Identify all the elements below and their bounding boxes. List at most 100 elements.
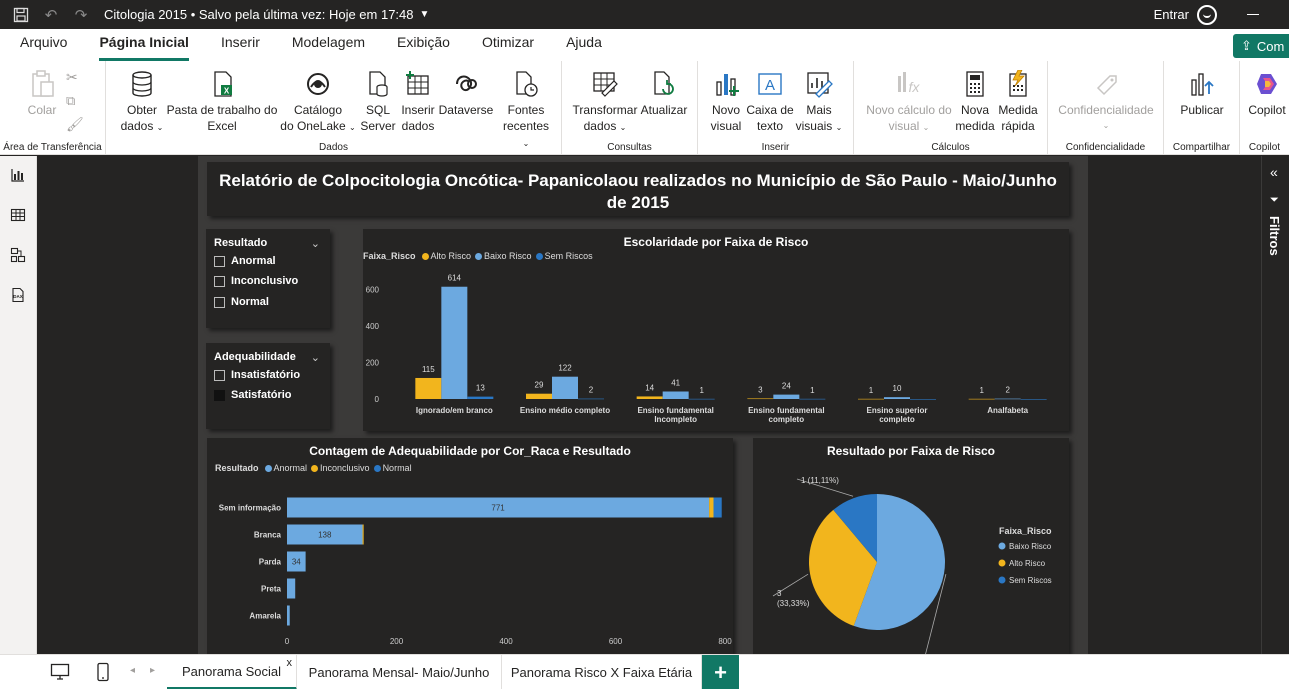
chevron-down-icon[interactable]: ⌄	[311, 351, 320, 364]
x-tick-label: 800	[718, 637, 732, 646]
data-label: 115	[422, 365, 435, 374]
sensitivity-button[interactable]: Confidencialidade ⌄	[1056, 69, 1156, 134]
page-tab-panorama-risco[interactable]: Panorama Risco X Faixa Etária	[502, 655, 702, 689]
paste-button[interactable]: Colar	[22, 69, 62, 118]
menu-bar: Arquivo Página Inicial Inserir Modelagem…	[0, 29, 1289, 61]
legend-label: Alto Risco	[1009, 559, 1046, 568]
sql-server-button[interactable]: SQL Server	[356, 69, 400, 134]
recent-sources-button[interactable]: Fontes recentes ⌄	[500, 69, 552, 152]
bar-segment	[713, 497, 722, 518]
mobile-view-icon[interactable]	[96, 662, 110, 685]
bar	[552, 376, 578, 399]
scroll-left-icon[interactable]: ◂	[130, 665, 135, 676]
bar	[415, 377, 442, 399]
data-label: 2	[589, 386, 594, 395]
checkbox[interactable]	[214, 296, 225, 308]
x-tick-label: completo	[769, 415, 805, 424]
x-tick-label: Ensino fundamental	[637, 406, 713, 415]
slicer-item-inconclusivo[interactable]: Inconclusivo	[214, 275, 298, 287]
tab-ajuda[interactable]: Ajuda	[550, 29, 618, 61]
new-visual-button[interactable]: Novo visual	[706, 69, 746, 134]
publish-button[interactable]: Publicar	[1174, 69, 1230, 118]
chevron-down-icon[interactable]: ▼	[420, 9, 430, 20]
checkbox[interactable]	[214, 255, 225, 267]
bar	[526, 393, 552, 399]
publish-icon	[1188, 69, 1216, 99]
bar-segment	[287, 578, 296, 599]
y-tick-label: 0	[375, 395, 380, 404]
filters-pane[interactable]: « ⏷ Filtros	[1261, 156, 1289, 654]
desktop-view-icon[interactable]	[50, 663, 70, 684]
new-visual-calc-button[interactable]: fx Novo cálculo do visual ⌄	[862, 69, 956, 136]
refresh-button[interactable]: Atualizar	[638, 69, 690, 118]
chevron-down-icon: ⌄	[156, 123, 164, 132]
tab-otimizar[interactable]: Otimizar	[466, 29, 550, 61]
checkbox[interactable]	[214, 275, 225, 287]
bar	[441, 286, 468, 399]
slicer-item-satisfatorio[interactable]: Satisfatório	[214, 389, 292, 401]
table-view-icon[interactable]	[9, 206, 27, 224]
new-measure-button[interactable]: Nova medida	[954, 69, 996, 134]
x-tick-label: Ensino fundamental	[748, 406, 824, 415]
add-page-button[interactable]: +	[702, 655, 739, 689]
page-tab-panorama-social[interactable]: Panorama Social x	[167, 655, 297, 689]
tab-inserir[interactable]: Inserir	[205, 29, 276, 61]
format-painter-icon[interactable]: 🖌	[66, 116, 84, 133]
dax-query-icon[interactable]: DAX	[9, 286, 27, 304]
data-label: 13	[476, 384, 485, 393]
tab-arquivo[interactable]: Arquivo	[0, 29, 83, 61]
insert-data-button[interactable]: Inserir dados	[396, 69, 440, 134]
hbar-chart-svg: Sem informação 771 Branca 138 Parda 34 Preta Am…	[219, 497, 732, 646]
x-tick-label: 600	[609, 637, 623, 646]
data-label: 1	[869, 386, 874, 395]
y-tick-label: 600	[366, 285, 380, 294]
avatar-icon[interactable]	[1197, 4, 1217, 25]
tab-exibicao[interactable]: Exibição	[381, 29, 466, 61]
tab-pagina-inicial[interactable]: Página Inicial	[83, 29, 204, 61]
calculator-icon	[961, 69, 989, 99]
minimize-icon[interactable]	[1247, 14, 1259, 15]
slicer-item-insatisfatorio[interactable]: Insatisfatório	[214, 369, 300, 381]
x-tick-label: Ignorado/em branco	[416, 406, 493, 415]
chart-adequabilidade: Contagem de Adequabilidade por Cor_Raca …	[207, 438, 733, 654]
more-visuals-button[interactable]: Mais visuais ⌄	[794, 69, 844, 136]
checkbox[interactable]	[214, 389, 225, 401]
chart-escolaridade: Escolaridade por Faixa de Risco Faixa_Ri…	[363, 229, 1069, 431]
copilot-button[interactable]: Copilot	[1246, 69, 1288, 118]
onelake-catalog-button[interactable]: Catálogo do OneLake ⌄	[278, 69, 358, 136]
save-icon[interactable]	[10, 4, 32, 26]
share-button[interactable]: ⇪ Com	[1233, 34, 1289, 58]
quick-measure-button[interactable]: Medida rápida	[996, 69, 1040, 134]
transform-data-button[interactable]: Transformar dados ⌄	[570, 69, 640, 136]
slicer-item-anormal[interactable]: Anormal	[214, 255, 276, 267]
model-view-icon[interactable]	[9, 246, 27, 264]
excel-workbook-button[interactable]: X Pasta de trabalho do Excel	[164, 69, 280, 134]
dataverse-button[interactable]: Dataverse	[438, 69, 494, 118]
scroll-right-icon[interactable]: ▸	[150, 665, 155, 676]
collapse-icon[interactable]: «	[1270, 164, 1278, 180]
title-bar: ↶ ↷ Citologia 2015 • Salvo pela última v…	[0, 0, 1289, 29]
bar	[910, 399, 936, 400]
redo-icon[interactable]: ↷	[70, 4, 92, 26]
data-label: 122	[558, 364, 572, 373]
report-view-icon[interactable]	[9, 166, 27, 184]
close-icon[interactable]: x	[287, 657, 293, 669]
sign-in-link[interactable]: Entrar	[1154, 7, 1189, 22]
tab-modelagem[interactable]: Modelagem	[276, 29, 381, 61]
x-tick-label: 400	[499, 637, 513, 646]
cut-icon[interactable]: ✂	[66, 69, 78, 86]
checkbox[interactable]	[214, 369, 225, 381]
chevron-down-icon[interactable]: ⌄	[311, 237, 320, 250]
undo-icon[interactable]: ↶	[40, 4, 62, 26]
x-tick-label: 200	[390, 637, 404, 646]
legend-label: Sem Riscos	[1009, 576, 1052, 585]
page-tab-panorama-mensal[interactable]: Panorama Mensal- Maio/Junho	[297, 655, 502, 689]
get-data-button[interactable]: Obter dados ⌄	[116, 69, 168, 136]
text-box-button[interactable]: A Caixa de texto	[746, 69, 794, 134]
copy-icon[interactable]: ⧉	[66, 93, 75, 109]
data-label: (33,33%)	[777, 599, 810, 608]
data-label: 1	[979, 386, 984, 395]
slicer-adequabilidade: Adequabilidade ⌄ Insatisfatório Satisfat…	[206, 343, 330, 429]
svg-text:DAX: DAX	[13, 294, 23, 299]
slicer-item-normal[interactable]: Normal	[214, 296, 269, 308]
